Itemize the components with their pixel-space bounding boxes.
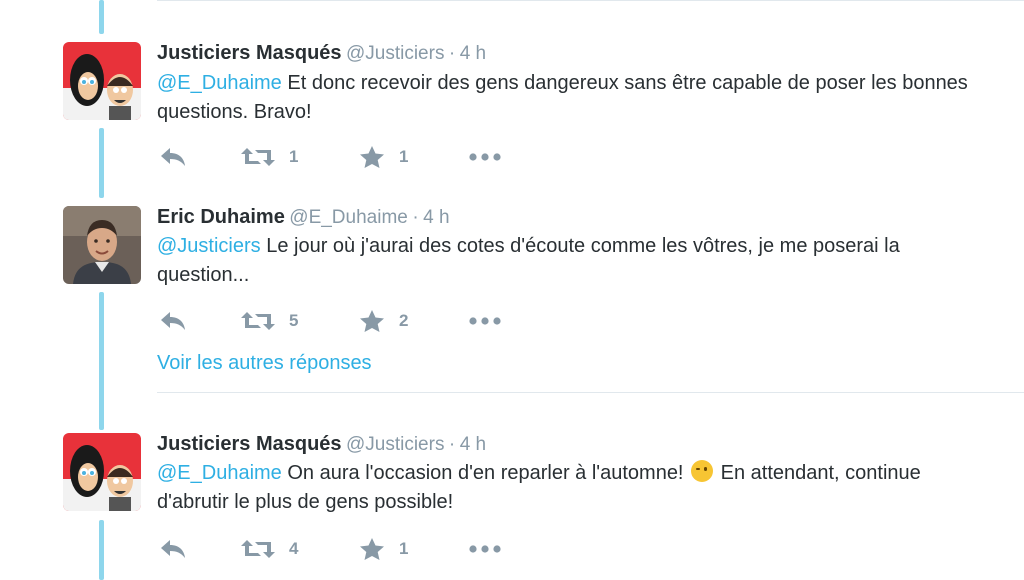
like-count: 2 (399, 311, 409, 330)
reply-icon (161, 540, 185, 558)
timestamp[interactable]: 4 h (460, 434, 486, 455)
avatar[interactable] (63, 206, 141, 284)
like-button[interactable]: 1 (359, 535, 408, 563)
winking-face-emoji-icon (691, 460, 714, 482)
reply-icon (161, 312, 185, 330)
cartoon-duo-avatar-icon (63, 433, 141, 511)
man-photo-avatar-icon (63, 206, 141, 284)
separator-dot: · (448, 43, 456, 64)
retweet-count: 5 (289, 311, 299, 330)
timestamp[interactable]: 4 h (423, 207, 449, 228)
divider-top (157, 0, 1024, 1)
author-name[interactable]: Eric Duhaime (157, 206, 285, 228)
retweet-icon (241, 540, 275, 558)
star-icon (360, 538, 384, 560)
retweet-icon (241, 148, 275, 166)
retweet-count: 1 (289, 147, 299, 166)
author-name[interactable]: Justiciers Masqués (157, 433, 342, 455)
avatar[interactable] (63, 42, 141, 120)
tweet-text: @E_Duhaime On aura l'occasion d'en repar… (157, 459, 977, 517)
tweet-body: Le jour où j'aurai des cotes d'écoute co… (157, 235, 900, 286)
more-icon (469, 317, 501, 325)
tweet-header: Eric Duhaime @E_Duhaime · 4 h (157, 206, 450, 229)
thread-line-1 (99, 128, 104, 198)
author-handle[interactable]: @E_Duhaime (289, 207, 408, 228)
retweet-count: 4 (289, 539, 299, 558)
tweet-body-part-1: On aura l'occasion d'en reparler à l'aut… (281, 462, 690, 484)
separator-dot: · (448, 434, 456, 455)
author-name[interactable]: Justiciers Masqués (157, 42, 342, 64)
reply-button[interactable] (159, 307, 187, 335)
tweet-text: @E_Duhaime Et donc recevoir des gens dan… (157, 69, 977, 127)
more-button[interactable] (469, 535, 501, 563)
like-count: 1 (399, 539, 409, 558)
like-count: 1 (399, 147, 409, 166)
tweet-header: Justiciers Masqués @Justiciers · 4 h (157, 433, 486, 456)
timestamp[interactable]: 4 h (460, 43, 486, 64)
more-button[interactable] (469, 143, 501, 171)
thread-line-bottom (99, 520, 104, 580)
author-handle[interactable]: @Justiciers (346, 434, 444, 455)
more-replies-link[interactable]: Voir les autres réponses (157, 352, 372, 375)
divider-middle (157, 392, 1024, 393)
like-button[interactable]: 1 (359, 143, 408, 171)
retweet-button[interactable]: 5 (241, 307, 298, 335)
retweet-button[interactable]: 1 (241, 143, 298, 171)
reply-icon (161, 148, 185, 166)
author-handle[interactable]: @Justiciers (346, 43, 444, 64)
star-icon (360, 146, 384, 168)
more-icon (469, 153, 501, 161)
retweet-icon (241, 312, 275, 330)
retweet-button[interactable]: 4 (241, 535, 298, 563)
like-button[interactable]: 2 (359, 307, 408, 335)
reply-button[interactable] (159, 143, 187, 171)
mention-link[interactable]: @E_Duhaime (157, 72, 282, 94)
separator-dot: · (412, 207, 419, 228)
mention-link[interactable]: @E_Duhaime (157, 462, 282, 484)
thread-line-2 (99, 292, 104, 430)
cartoon-duo-avatar-icon (63, 42, 141, 120)
thread-line-top (99, 0, 104, 34)
tweet-header: Justiciers Masqués @Justiciers · 4 h (157, 42, 486, 65)
more-button[interactable] (469, 307, 501, 335)
star-icon (360, 310, 384, 332)
reply-button[interactable] (159, 535, 187, 563)
tweet-text: @Justiciers Le jour où j'aurai des cotes… (157, 232, 977, 290)
mention-link[interactable]: @Justiciers (157, 235, 261, 257)
avatar[interactable] (63, 433, 141, 511)
more-icon (469, 545, 501, 553)
